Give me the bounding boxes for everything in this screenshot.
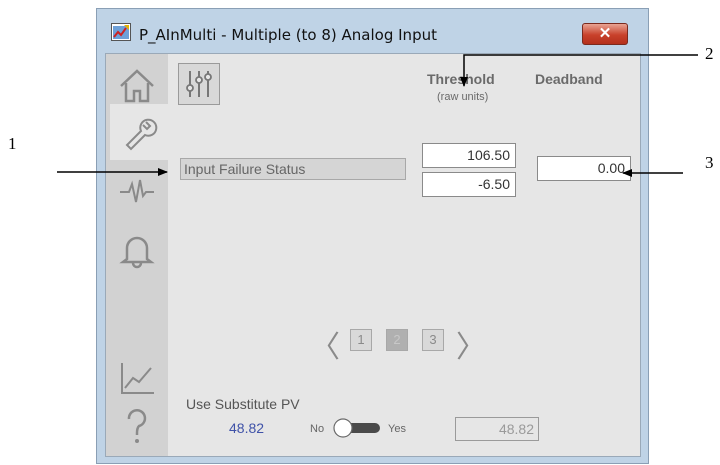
threshold-header: Threshold <box>427 71 495 87</box>
substitute-pv-toggle[interactable] <box>332 418 382 438</box>
page-3-button[interactable]: 3 <box>422 329 444 351</box>
sliders-icon <box>186 71 212 97</box>
callout-3: 3 <box>705 153 714 172</box>
nav-alarms[interactable] <box>110 222 164 278</box>
help-icon <box>127 409 147 443</box>
next-page-button[interactable]: 〉 <box>456 322 486 366</box>
callout-2: 2 <box>705 44 714 63</box>
faceplate-window: P_AInMulti - Multiple (to 8) Analog Inpu… <box>96 8 649 464</box>
threshold-units: (raw units) <box>437 91 489 103</box>
close-button[interactable]: ✕ <box>582 23 628 45</box>
prev-page-button[interactable]: 〈 <box>310 322 340 366</box>
nav-help[interactable] <box>110 398 164 454</box>
deadband-header: Deadband <box>535 71 603 87</box>
bell-icon <box>119 236 155 269</box>
waveform-icon <box>120 179 154 203</box>
home-icon <box>120 69 154 103</box>
input-failure-label: Input Failure Status <box>180 158 406 180</box>
page-1-button[interactable]: 1 <box>350 329 372 351</box>
window-title: P_AInMulti - Multiple (to 8) Analog Inpu… <box>139 26 437 44</box>
callout-1: 1 <box>8 134 17 153</box>
page-2-button[interactable]: 2 <box>386 329 408 351</box>
nav-fault[interactable] <box>110 164 164 220</box>
nav-sidebar <box>106 54 168 456</box>
nav-maintenance[interactable] <box>110 104 168 160</box>
faceplate-body: Threshold (raw units) Deadband Input Fai… <box>105 53 641 457</box>
toggle-yes-label: Yes <box>388 423 406 435</box>
pv-value: 48.82 <box>229 420 265 436</box>
threshold-high-field[interactable]: 106.50 <box>422 143 516 168</box>
substitute-value-field[interactable]: 48.82 <box>455 417 539 441</box>
trend-icon <box>121 363 154 394</box>
toggle-no-label: No <box>310 423 325 435</box>
threshold-low-field[interactable]: -6.50 <box>422 172 516 197</box>
wrench-icon <box>125 118 158 151</box>
substitute-pv-label: Use Substitute PV <box>186 396 300 412</box>
title-bar[interactable]: P_AInMulti - Multiple (to 8) Analog Inpu… <box>97 9 648 55</box>
deadband-field[interactable]: 0.00 <box>537 156 631 181</box>
settings-button[interactable] <box>178 63 220 105</box>
app-icon <box>111 23 131 41</box>
